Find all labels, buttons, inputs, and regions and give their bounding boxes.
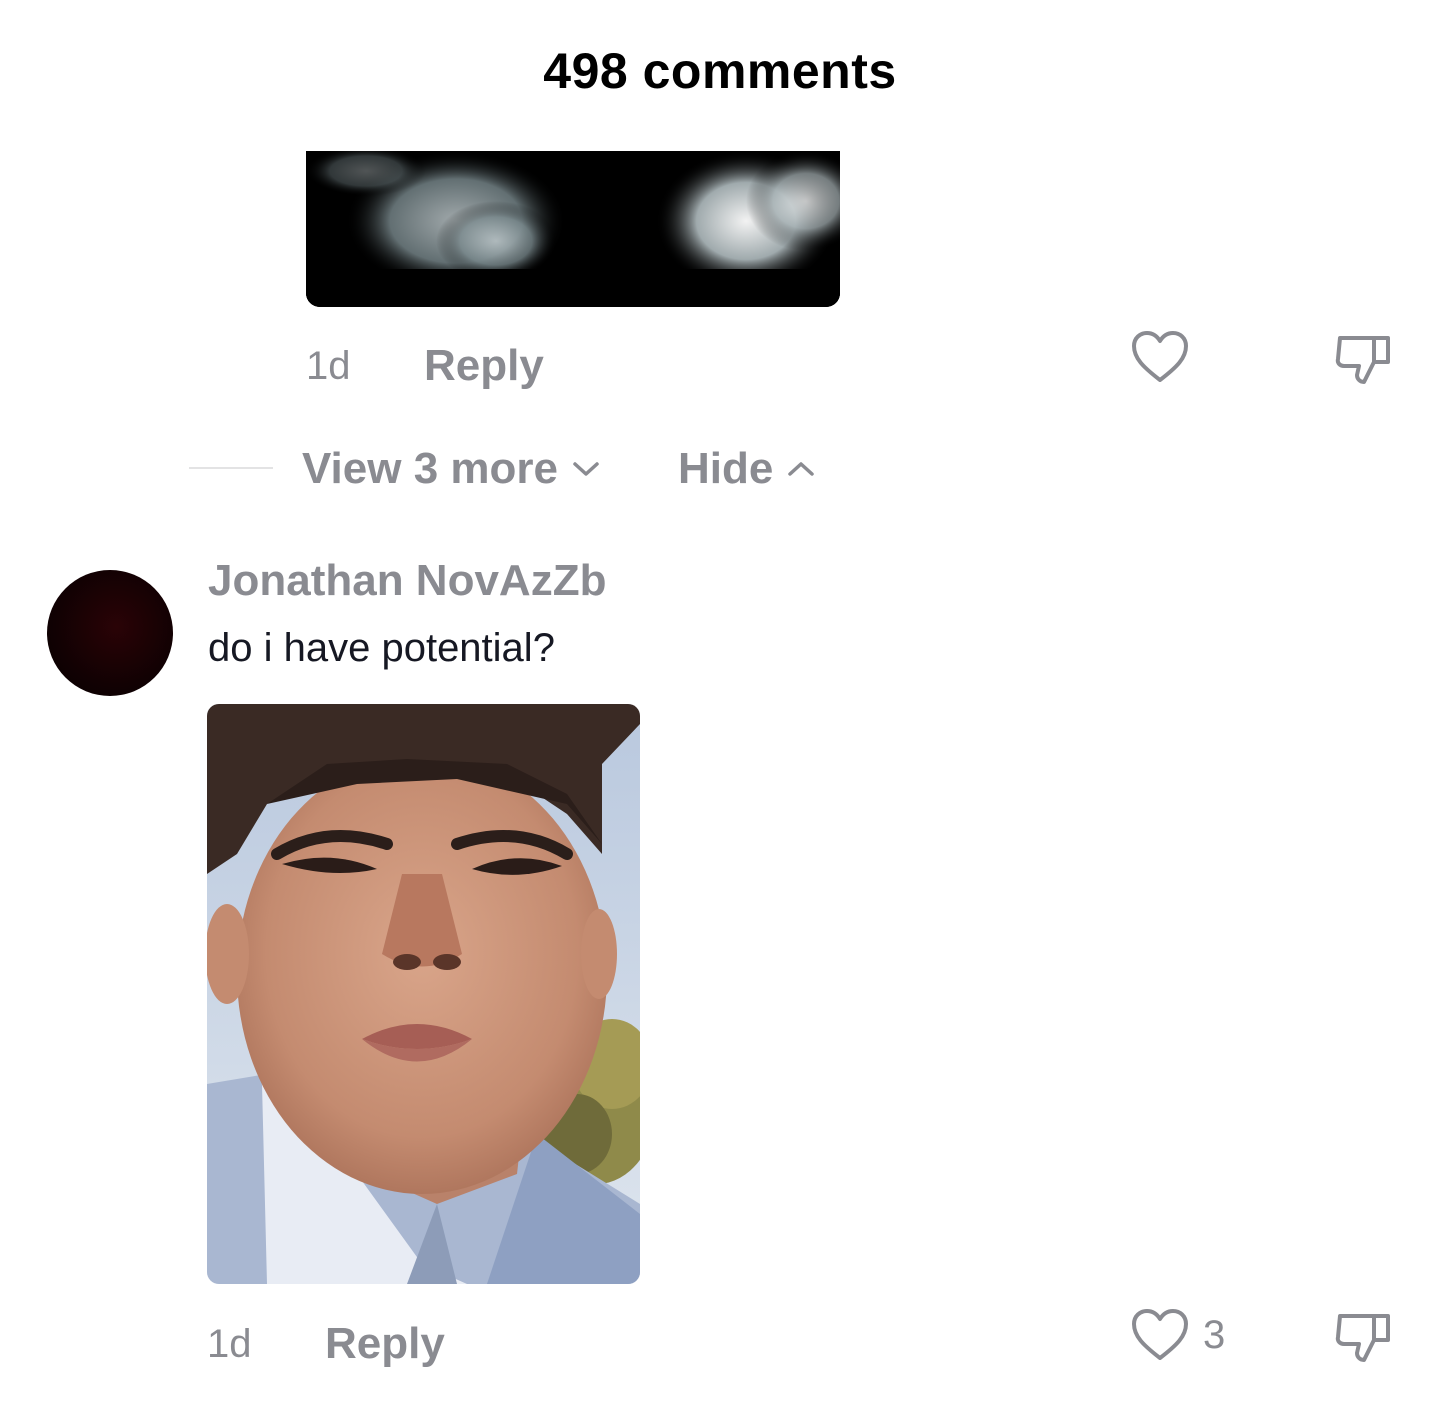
- heart-outline-icon: [1132, 1309, 1188, 1360]
- comments-count-title: 498 comments: [543, 43, 897, 99]
- like-count: 3: [1203, 1312, 1226, 1357]
- hide-label: Hide: [678, 444, 774, 493]
- comment-timestamp: 1d: [207, 1322, 252, 1366]
- like-button[interactable]: [1131, 330, 1189, 389]
- reply-image[interactable]: [306, 151, 840, 307]
- chevron-up-icon: [788, 462, 815, 476]
- thumbs-down-icon: [1335, 336, 1390, 384]
- hide-replies-button[interactable]: Hide: [678, 444, 815, 494]
- smoke-image: [306, 151, 840, 307]
- reply-button[interactable]: Reply: [325, 1319, 445, 1369]
- view-more-label: View 3 more: [302, 444, 558, 493]
- heart-outline-icon: [1132, 331, 1188, 382]
- dislike-button[interactable]: [1334, 330, 1394, 391]
- reply-button[interactable]: Reply: [424, 341, 544, 391]
- comment-photo[interactable]: [207, 704, 640, 1284]
- chevron-down-icon: [573, 462, 599, 476]
- avatar[interactable]: [47, 570, 173, 696]
- selfie-image: [207, 704, 640, 1284]
- comment-username[interactable]: Jonathan NovAzZb: [208, 556, 606, 606]
- dislike-button[interactable]: [1334, 1308, 1394, 1369]
- thumbs-down-icon: [1335, 1314, 1390, 1362]
- like-button[interactable]: 3: [1131, 1308, 1225, 1362]
- thread-divider: [189, 467, 273, 469]
- view-more-replies-button[interactable]: View 3 more: [302, 444, 600, 494]
- comment-text: do i have potential?: [208, 626, 555, 670]
- reply-timestamp: 1d: [306, 344, 351, 388]
